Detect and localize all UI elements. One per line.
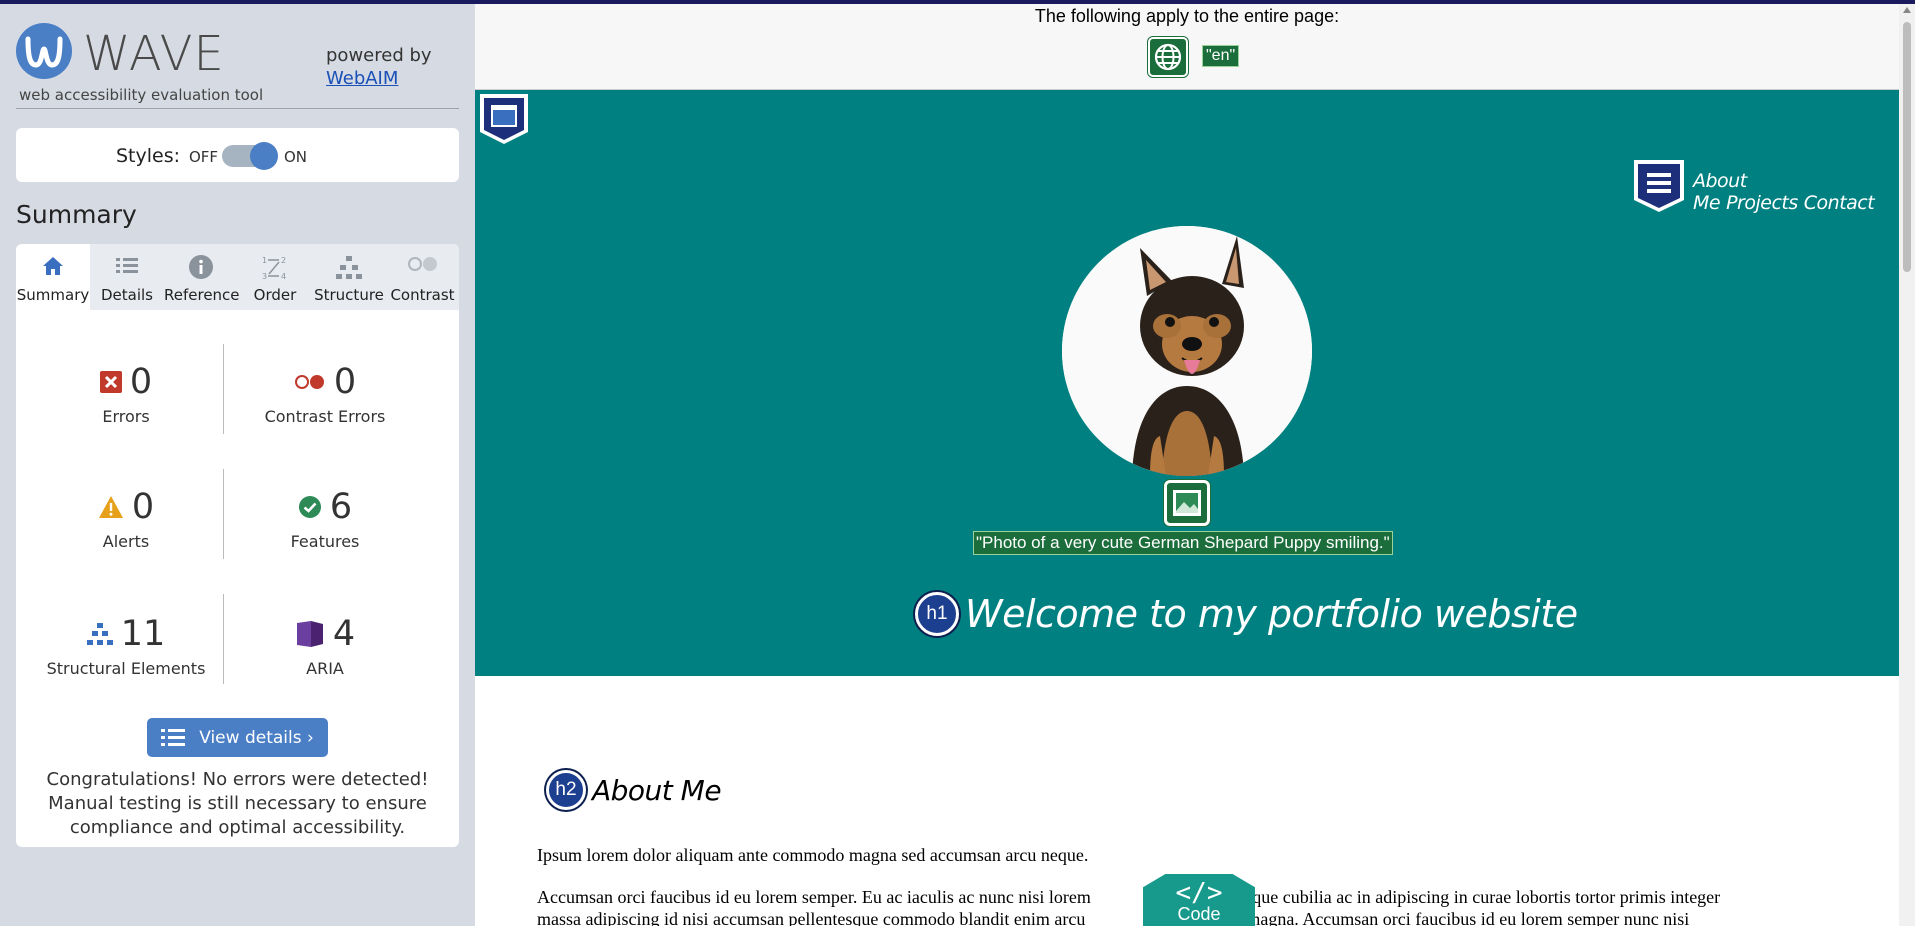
webaim-link[interactable]: WebAIM (326, 68, 398, 89)
h1-heading-row: h1 Welcome to my portfolio website (915, 592, 1578, 636)
page-scrollbar[interactable] (1899, 4, 1915, 926)
h1-icon[interactable]: h1 (915, 592, 959, 636)
contrast-errors-count: 0 (333, 362, 357, 402)
tab-reference[interactable]: Reference (164, 244, 240, 310)
styles-toggle-box: Styles: OFF ON (16, 128, 459, 182)
view-details-label: View details › (199, 727, 314, 748)
toggle-knob (250, 142, 278, 170)
aria-label: ARIA (306, 659, 344, 678)
para-text: massa adipiscing id nisi accumsan pellen… (537, 909, 1086, 926)
tab-label: Order (253, 286, 297, 304)
congrats-message: Congratulations! No errors were detected… (46, 769, 429, 838)
code-toggle-button[interactable]: </> Code (1143, 874, 1255, 926)
image-alt-icon[interactable] (1164, 480, 1210, 526)
evaluated-page: The following apply to the entire page: … (475, 4, 1899, 926)
view-details-button[interactable]: View details › (147, 718, 328, 757)
para-text: d arcu magna. Accumsan orci faucibus id … (1197, 909, 1690, 926)
alert-icon (98, 496, 123, 518)
powered-by-label: powered by (326, 45, 432, 66)
info-icon (189, 255, 213, 279)
page-wide-annotations: The following apply to the entire page: … (475, 4, 1899, 90)
alerts-count: 0 (131, 487, 155, 527)
language-globe-icon[interactable] (1148, 37, 1188, 77)
wave-sidebar: WAVE web accessibility evaluation tool p… (0, 4, 475, 926)
aria-summary[interactable]: 4 ARIA (225, 612, 425, 678)
language-tag: "en" (1202, 45, 1240, 67)
para-text: rem neque cubilia ac in adipiscing in cu… (1202, 887, 1721, 907)
features-count: 6 (329, 487, 353, 527)
wave-tabs: Summary Details Reference 1 2 3 4 Order Str… (16, 244, 459, 310)
wave-logo-text: WAVE (83, 26, 225, 82)
scroll-up-arrow-icon[interactable] (1903, 7, 1911, 13)
home-icon (43, 257, 63, 275)
tab-structure[interactable]: Structure (312, 244, 386, 310)
styles-label: Styles: (116, 145, 181, 167)
about-heading: About Me (592, 773, 722, 807)
aria-icon (296, 621, 323, 647)
error-icon (99, 371, 122, 393)
tab-summary[interactable]: Summary (16, 244, 90, 310)
feature-check-icon (298, 496, 321, 518)
structural-summary[interactable]: 11 Structural Elements (26, 612, 226, 678)
summary-heading: Summary (16, 200, 137, 229)
features-label: Features (290, 532, 360, 551)
svg-text:1: 1 (262, 256, 267, 265)
tab-label: Summary (16, 286, 90, 304)
wave-tagline: web accessibility evaluation tool (19, 86, 264, 104)
structural-count: 11 (120, 614, 166, 654)
tab-label: Contrast (390, 286, 455, 304)
tab-order[interactable]: 1 2 3 4 Order (238, 244, 312, 310)
alerts-summary[interactable]: 0 Alerts (26, 485, 226, 551)
nav-link-contact[interactable]: Contact (1804, 192, 1875, 214)
code-label: Code (1177, 904, 1221, 924)
tab-details[interactable]: Details (90, 244, 164, 310)
errors-count: 0 (129, 362, 153, 402)
order-icon: 1 2 3 4 (262, 256, 286, 281)
h2-icon[interactable]: h2 (546, 770, 586, 810)
about-paragraph-1: Ipsum lorem dolor aliquam ante commodo m… (537, 845, 1089, 865)
hero-section: About Me Projects Contact "Photo of a ve… (475, 90, 1899, 676)
svg-text:4: 4 (281, 272, 286, 281)
features-summary[interactable]: 6 Features (225, 485, 425, 551)
contrast-errors-summary[interactable]: 0 Contrast Errors (225, 360, 425, 426)
page-title: Welcome to my portfolio website (965, 592, 1578, 636)
scroll-thumb[interactable] (1903, 22, 1911, 272)
h2-heading-row: h2 About Me (546, 770, 722, 810)
alerts-label: Alerts (102, 532, 150, 551)
summary-divider (223, 594, 224, 684)
contrast-error-icon (294, 375, 324, 389)
list-icon (161, 728, 186, 746)
errors-summary[interactable]: 0 Errors (26, 360, 226, 426)
structure-icon (336, 256, 362, 279)
list-icon (116, 258, 138, 273)
structural-label: Structural Elements (46, 659, 206, 678)
tab-label: Structure (314, 286, 384, 304)
contrast-errors-label: Contrast Errors (264, 407, 386, 426)
nav-link-projects[interactable]: Projects (1726, 192, 1798, 214)
applies-heading: The following apply to the entire page: (1034, 6, 1340, 26)
puppy-photo (1062, 226, 1312, 476)
svg-text:3: 3 (262, 272, 267, 281)
contrast-icon (407, 257, 437, 271)
errors-label: Errors (102, 407, 150, 426)
styles-toggle[interactable] (222, 142, 278, 170)
header-region-icon[interactable] (478, 92, 530, 146)
tab-label: Reference (164, 286, 240, 304)
para-text: Accumsan orci faucibus id eu lorem sempe… (537, 887, 1091, 907)
styles-on-label: ON (284, 148, 308, 166)
navigation-region-icon[interactable] (1632, 158, 1686, 214)
wave-logo-icon (16, 23, 72, 79)
structural-elements-icon (86, 623, 113, 645)
summary-divider (223, 469, 224, 559)
svg-text:2: 2 (281, 256, 286, 265)
tab-contrast[interactable]: Contrast (386, 244, 459, 310)
site-nav: About Me Projects Contact (1693, 170, 1899, 214)
tab-label: Details (100, 286, 153, 304)
summary-divider (223, 344, 224, 434)
header-divider (16, 108, 459, 109)
summary-panel: Summary Details Reference 1 2 3 4 Order Str… (16, 244, 459, 847)
aria-count: 4 (332, 614, 356, 654)
image-alt-text: "Photo of a very cute German Shepard Pup… (973, 531, 1393, 555)
styles-off-label: OFF (189, 148, 219, 166)
